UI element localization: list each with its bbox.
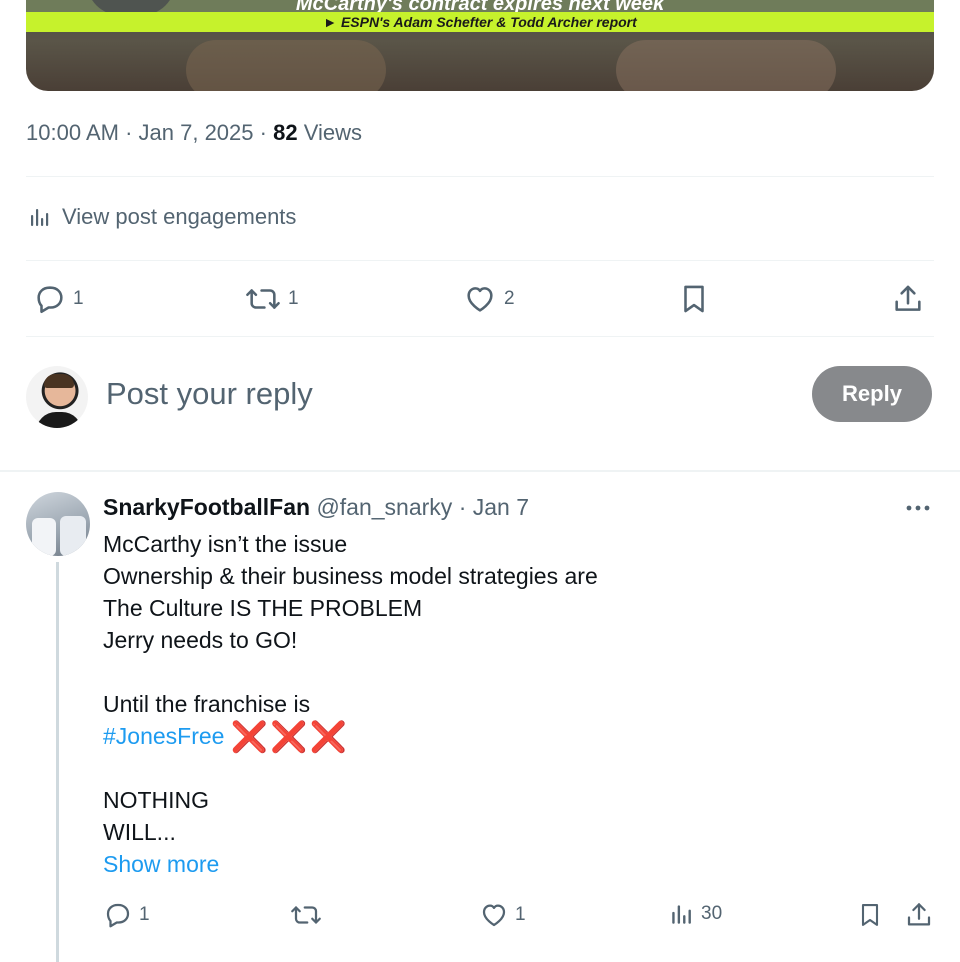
post-text-line: Until the franchise is: [103, 691, 311, 717]
post-media-image[interactable]: McCarthy's contract expires next week ► …: [26, 0, 934, 91]
views-count: 82: [273, 120, 298, 145]
divider: [26, 260, 934, 261]
bookmark-button[interactable]: [677, 282, 717, 316]
post-text-line: WILL...: [103, 819, 176, 845]
author-handle[interactable]: @fan_snarky: [316, 494, 452, 520]
post-time[interactable]: 10:00 AM: [26, 120, 119, 145]
my-avatar[interactable]: [26, 366, 88, 428]
view-engagements-label: View post engagements: [62, 204, 297, 229]
media-background-shape: [616, 40, 836, 91]
author-name[interactable]: SnarkyFootballFan: [103, 494, 310, 520]
post-meta: 10:00 AM · Jan 7, 2025 · 82 Views: [26, 120, 362, 146]
reply-count: 1: [73, 288, 84, 309]
show-more-link[interactable]: Show more: [103, 851, 219, 877]
post-text-line: [103, 752, 598, 784]
reply-post-header: SnarkyFootballFan @fan_snarky · Jan 7: [103, 494, 529, 521]
cross-mark-emoji: ❌❌❌: [230, 721, 349, 754]
post-text-line: Jerry needs to GO!: [103, 627, 298, 653]
separator: ·: [125, 120, 133, 145]
author-avatar[interactable]: [26, 492, 90, 556]
repost-count: 1: [288, 288, 299, 309]
avatar-jersey: [32, 518, 56, 556]
post-text-line: #JonesFree ❌❌❌: [103, 720, 598, 754]
thread-line: [56, 562, 59, 962]
share-button[interactable]: [891, 282, 931, 316]
media-source-bar: ► ESPN's Adam Schefter & Todd Archer rep…: [26, 12, 934, 32]
repost-icon: [244, 282, 288, 316]
bookmark-icon: [856, 900, 890, 930]
post-text-line: [103, 656, 598, 688]
like-action[interactable]: 1: [479, 900, 526, 930]
repost-action[interactable]: [289, 900, 329, 930]
divider: [26, 336, 934, 337]
repost-action[interactable]: 1: [244, 282, 299, 316]
separator: ·: [458, 494, 467, 520]
repost-icon: [289, 900, 329, 930]
more-icon: [904, 500, 932, 516]
media-background-shape: [186, 40, 386, 91]
share-button[interactable]: [904, 900, 940, 930]
post-text-line: The Culture IS THE PROBLEM: [103, 595, 423, 621]
section-divider: [0, 470, 960, 472]
views-action[interactable]: 30: [669, 900, 722, 928]
share-icon: [904, 900, 940, 930]
post-text-line: NOTHING: [103, 787, 210, 813]
avatar-shirt: [36, 412, 82, 428]
reply-count: 1: [139, 904, 150, 925]
reply-post-text: McCarthy isn’t the issue Ownership & the…: [103, 528, 598, 880]
separator: ·: [259, 120, 267, 145]
share-icon: [891, 282, 931, 316]
avatar-jersey: [60, 516, 86, 556]
reply-action[interactable]: 1: [33, 282, 84, 316]
analytics-icon: [28, 205, 62, 229]
like-count: 1: [515, 904, 526, 925]
reply-icon: [103, 900, 139, 930]
heart-icon: [479, 900, 515, 930]
post-text-line: Show more: [103, 848, 598, 880]
post-date[interactable]: Jan 7, 2025: [139, 120, 254, 145]
heart-icon: [462, 282, 504, 316]
like-action[interactable]: 2: [462, 282, 515, 316]
media-source-text: ► ESPN's Adam Schefter & Todd Archer rep…: [323, 14, 637, 30]
reply-icon: [33, 282, 73, 316]
reply-button[interactable]: Reply: [812, 366, 932, 422]
analytics-icon: [669, 900, 701, 928]
divider: [26, 176, 934, 177]
post-text-line: Ownership & their business model strateg…: [103, 563, 598, 589]
views-count: 30: [701, 903, 723, 924]
bookmark-icon: [677, 282, 717, 316]
media-headline-text: McCarthy's contract expires next week: [295, 0, 665, 12]
more-options-button[interactable]: [904, 500, 932, 516]
reply-action[interactable]: 1: [103, 900, 150, 930]
reply-input[interactable]: Post your reply: [106, 376, 313, 412]
avatar-hair: [44, 374, 74, 388]
post-text-line: McCarthy isn’t the issue: [103, 531, 348, 557]
bookmark-button[interactable]: [856, 900, 890, 930]
views-label: Views: [303, 120, 362, 145]
like-count: 2: [504, 288, 515, 309]
post-date[interactable]: Jan 7: [473, 494, 529, 520]
view-engagements-link[interactable]: View post engagements: [28, 204, 296, 230]
hashtag-link[interactable]: #JonesFree: [103, 723, 224, 749]
